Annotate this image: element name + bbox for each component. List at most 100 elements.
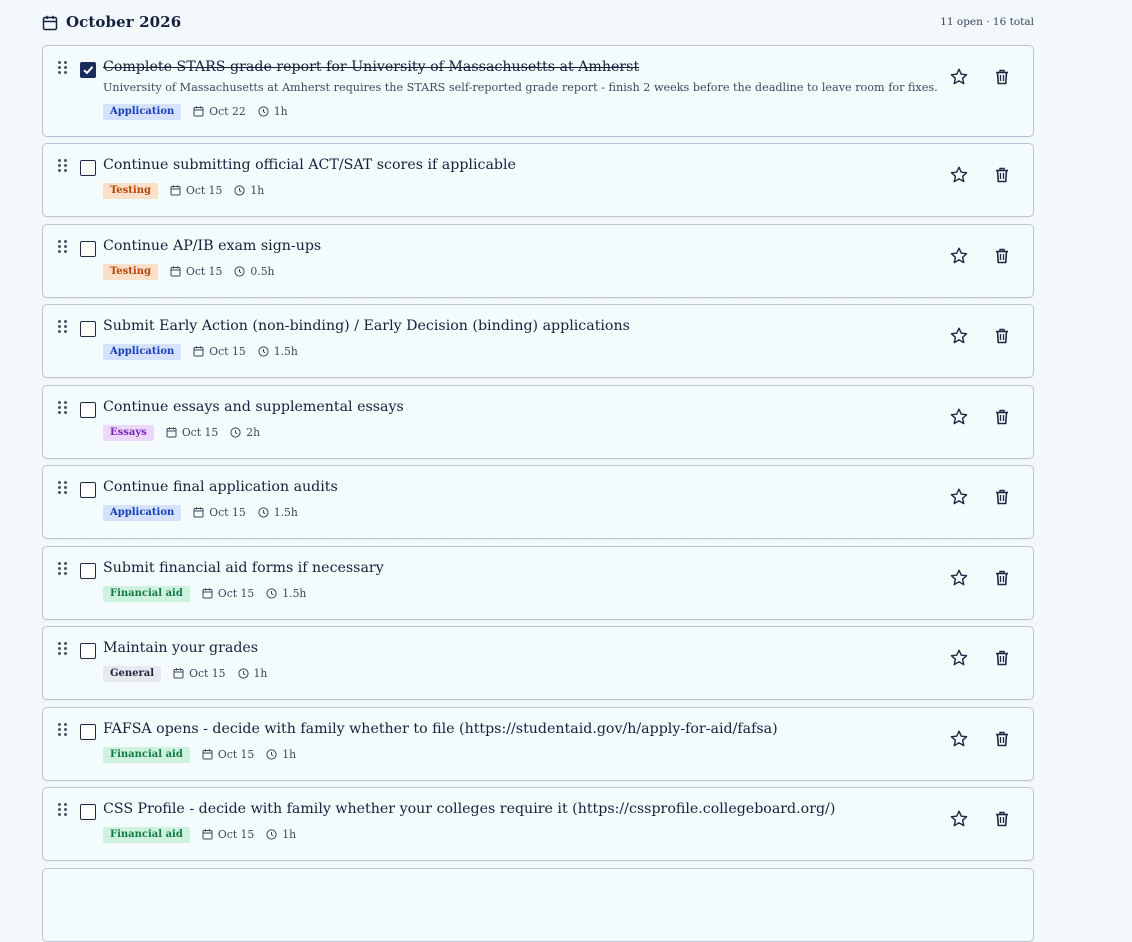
star-icon[interactable] (949, 246, 969, 266)
task-card[interactable]: Submit Early Action (non-binding) / Earl… (42, 304, 1034, 378)
trash-icon[interactable] (992, 326, 1012, 346)
star-icon[interactable] (949, 648, 969, 668)
trash-icon[interactable] (992, 165, 1012, 185)
drag-handle-icon[interactable] (58, 723, 68, 737)
drag-handle-icon[interactable] (58, 320, 68, 334)
task-card[interactable]: Continue essays and supplemental essays E… (42, 385, 1034, 459)
drag-handle-icon[interactable] (58, 642, 68, 656)
due-date: Oct 15 (170, 184, 222, 197)
drag-handle-icon[interactable] (58, 159, 68, 173)
trash-icon[interactable] (992, 67, 1012, 87)
category-badge: Testing (103, 263, 158, 280)
calendar-icon (193, 507, 204, 518)
category-badge: Financial aid (103, 826, 190, 843)
star-icon[interactable] (949, 67, 969, 87)
drag-handle-icon[interactable] (58, 61, 68, 75)
task-card[interactable]: Continue submitting official ACT/SAT sco… (42, 143, 1034, 217)
task-title: Submit financial aid forms if necessary (103, 560, 384, 576)
due-date: Oct 15 (170, 265, 222, 278)
task-card[interactable]: FAFSA opens - decide with family whether… (42, 707, 1034, 781)
trash-icon[interactable] (992, 809, 1012, 829)
duration: 1h (237, 667, 268, 680)
month-title: October 2026 (66, 13, 182, 31)
due-date: Oct 15 (166, 426, 218, 439)
star-icon[interactable] (949, 487, 969, 507)
task-title: Complete STARS grade report for Universi… (103, 59, 640, 75)
duration: 2h (230, 426, 260, 439)
clock-icon (258, 106, 269, 117)
drag-handle-icon[interactable] (58, 240, 68, 254)
trash-icon[interactable] (992, 487, 1012, 507)
task-meta: Financial aid Oct 15 1h (103, 746, 296, 763)
task-card[interactable]: Maintain your grades General Oct 15 1h (42, 626, 1034, 700)
task-card[interactable]: CSS Profile - decide with family whether… (42, 787, 1034, 861)
clock-icon (234, 266, 245, 277)
drag-handle-icon[interactable] (58, 481, 68, 495)
task-checkbox[interactable] (80, 321, 96, 337)
drag-handle-icon[interactable] (58, 562, 68, 576)
due-date: Oct 15 (202, 748, 254, 761)
task-checkbox[interactable] (80, 402, 96, 418)
duration: 1h (258, 105, 288, 118)
due-date-text: Oct 15 (185, 184, 223, 197)
task-checkbox[interactable] (80, 62, 96, 78)
due-date: Oct 15 (202, 587, 254, 600)
task-checkbox[interactable] (80, 643, 96, 659)
drag-handle-icon[interactable] (58, 401, 68, 415)
category-badge: Testing (103, 182, 158, 199)
due-date: Oct 15 (193, 345, 246, 358)
task-card[interactable]: Continue AP/IB exam sign-ups Testing Oct 1… (42, 224, 1034, 298)
task-card[interactable]: Continue final application audits Applica… (42, 465, 1034, 539)
task-meta: Application Oct 15 1.5h (103, 504, 298, 521)
task-checkbox[interactable] (80, 804, 96, 820)
trash-icon[interactable] (992, 246, 1012, 266)
duration: 1.5h (266, 587, 306, 600)
task-card[interactable] (42, 868, 1034, 942)
task-checkbox[interactable] (80, 563, 96, 579)
task-meta: Essays Oct 15 2h (103, 424, 260, 441)
trash-icon[interactable] (992, 648, 1012, 668)
task-title: Maintain your grades (103, 640, 259, 656)
task-title: CSS Profile - decide with family whether… (103, 801, 836, 817)
task-meta: Testing Oct 15 0.5h (103, 263, 275, 280)
task-checkbox[interactable] (80, 241, 96, 257)
task-checkbox[interactable] (80, 160, 96, 176)
duration: 1h (266, 748, 296, 761)
duration-text: 1h (250, 184, 265, 197)
task-meta: Application Oct 22 1h (103, 103, 288, 120)
due-date-text: Oct 15 (209, 506, 246, 519)
due-date: Oct 15 (173, 667, 226, 680)
star-icon[interactable] (949, 326, 969, 346)
task-checkbox[interactable] (80, 724, 96, 740)
clock-icon (258, 507, 269, 518)
clock-icon (237, 668, 249, 679)
star-icon[interactable] (949, 809, 969, 829)
calendar-icon (170, 266, 181, 277)
trash-icon[interactable] (992, 407, 1012, 427)
calendar-icon (166, 427, 177, 438)
task-card[interactable]: Complete STARS grade report for Universi… (42, 45, 1034, 137)
duration: 1.5h (258, 345, 298, 358)
duration-text: 1.5h (273, 506, 298, 519)
clock-icon (266, 749, 277, 760)
trash-icon[interactable] (992, 568, 1012, 588)
star-icon[interactable] (949, 407, 969, 427)
due-date-text: Oct 15 (189, 667, 226, 680)
trash-icon[interactable] (992, 729, 1012, 749)
drag-handle-icon[interactable] (58, 803, 68, 817)
task-title: FAFSA opens - decide with family whether… (103, 721, 778, 737)
task-card[interactable]: Submit financial aid forms if necessary F… (42, 546, 1034, 620)
star-icon[interactable] (949, 568, 969, 588)
star-icon[interactable] (949, 729, 969, 749)
category-badge: Application (103, 343, 182, 360)
star-icon[interactable] (949, 165, 969, 185)
duration: 1h (266, 828, 296, 841)
duration-text: 1h (253, 667, 268, 680)
task-checkbox[interactable] (80, 482, 96, 498)
task-title: Continue submitting official ACT/SAT sco… (103, 157, 516, 173)
task-meta: Financial aid Oct 15 1.5h (103, 585, 306, 602)
task-title: Continue essays and supplemental essays (103, 399, 404, 415)
duration-text: 1.5h (273, 345, 298, 358)
duration: 1h (234, 184, 264, 197)
category-badge: Application (103, 103, 182, 120)
